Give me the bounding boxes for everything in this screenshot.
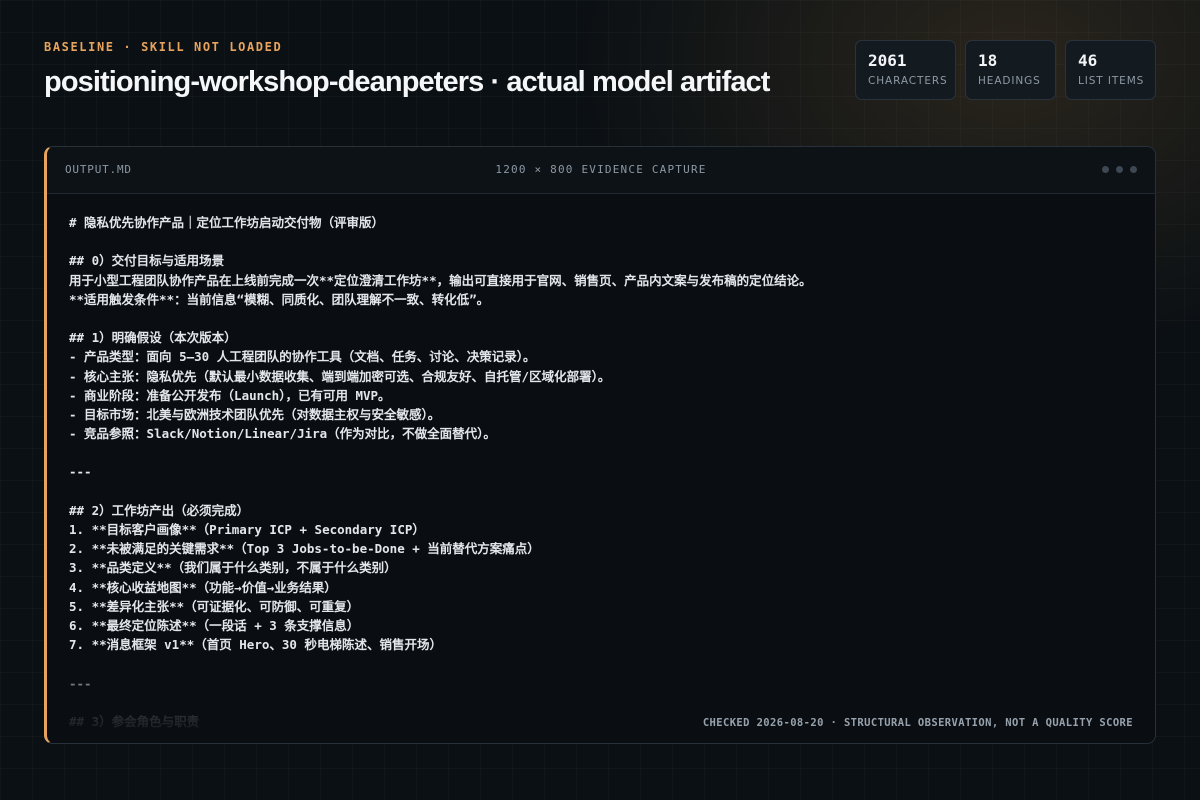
stat-label-headings: HEADINGS: [978, 75, 1041, 87]
markdown-line: 5. **差异化主张**（可证据化、可防御、可重复）: [69, 598, 360, 614]
stat-card-characters: 2061 CHARACTERS: [855, 40, 956, 100]
markdown-line: 6. **最终定位陈述**（一段话 + 3 条支撑信息）: [69, 617, 360, 633]
markdown-line: [69, 482, 1133, 501]
markdown-line: ## 2）工作坊产出（必须完成）: [69, 502, 250, 518]
window-menu-dots-icon[interactable]: [1102, 166, 1137, 173]
stat-value-characters: 2061: [868, 51, 907, 70]
markdown-line: 用于小型工程团队协作产品在上线前完成一次**定位澄清工作坊**，输出可直接用于官…: [69, 272, 812, 288]
markdown-line: ---: [69, 675, 92, 691]
page-title: positioning-workshop-deanpeters · actual…: [44, 66, 770, 98]
markdown-line: ## 0）交付目标与适用场景: [69, 253, 225, 269]
window-title-bar: OUTPUT.MD 1200 × 800 EVIDENCE CAPTURE: [47, 147, 1155, 194]
dot-icon: [1116, 166, 1123, 173]
markdown-line: [69, 654, 1133, 673]
output-window: OUTPUT.MD 1200 × 800 EVIDENCE CAPTURE # …: [44, 146, 1156, 744]
footer-note: CHECKED 2026-08-20 · STRUCTURAL OBSERVAT…: [702, 717, 1133, 729]
stat-value-headings: 18: [978, 51, 998, 70]
markdown-line: ---: [69, 464, 92, 480]
stat-card-list-items: 46 LIST ITEMS: [1065, 40, 1156, 100]
markdown-line: [69, 443, 1133, 462]
dot-icon: [1130, 166, 1137, 173]
markdown-line: [69, 693, 1133, 712]
markdown-line: [69, 309, 1133, 328]
markdown-line: [69, 232, 1133, 251]
markdown-line: - 核心主张：隐私优先（默认最小数据收集、端到端加密可选、合规友好、自托管/区域…: [69, 368, 611, 384]
markdown-line: ## 1）明确假设（本次版本）: [69, 330, 237, 346]
markdown-line: - 商业阶段：准备公开发布（Launch），已有可用 MVP。: [69, 387, 391, 403]
markdown-line: - 目标市场：北美与欧洲技术团队优先（对数据主权与安全敏感）。: [69, 406, 441, 422]
stat-label-characters: CHARACTERS: [868, 75, 948, 87]
capture-label: 1200 × 800 EVIDENCE CAPTURE: [495, 163, 707, 176]
stat-card-headings: 18 HEADINGS: [965, 40, 1056, 100]
stat-label-list-items: LIST ITEMS: [1078, 75, 1145, 87]
markdown-line: 4. **核心收益地图**（功能→价值→业务结果）: [69, 579, 337, 595]
markdown-line: 2. **未被满足的关键需求**（Top 3 Jobs-to-be-Done +…: [69, 541, 540, 557]
markdown-line: - 产品类型：面向 5–30 人工程团队的协作工具（文档、任务、讨论、决策记录）…: [69, 349, 536, 365]
markdown-line: 7. **消息框架 v1**（首页 Hero、30 秒电梯陈述、销售开场）: [69, 637, 442, 653]
markdown-line: # 隐私优先协作产品｜定位工作坊启动交付物（评审版）: [69, 215, 385, 230]
baseline-eyebrow: BASELINE · SKILL NOT LOADED: [44, 40, 283, 54]
markdown-line: 1. **目标客户画像**（Primary ICP + Secondary IC…: [69, 522, 425, 537]
markdown-content[interactable]: # 隐私优先协作产品｜定位工作坊启动交付物（评审版） ## 0）交付目标与适用场…: [69, 213, 1133, 743]
stats-group: 2061 CHARACTERS 18 HEADINGS 46 LIST ITEM…: [855, 40, 1156, 100]
markdown-line: **适用触发条件**：当前信息“模糊、同质化、团队理解不一致、转化低”。: [69, 291, 490, 307]
stat-value-list-items: 46: [1078, 51, 1098, 70]
markdown-line: 3. **品类定义**（我们属于什么类别，不属于什么类别）: [69, 560, 397, 576]
dot-icon: [1102, 166, 1109, 173]
markdown-line: - 竞品参照：Slack/Notion/Linear/Jira（作为对比，不做全…: [69, 426, 496, 442]
